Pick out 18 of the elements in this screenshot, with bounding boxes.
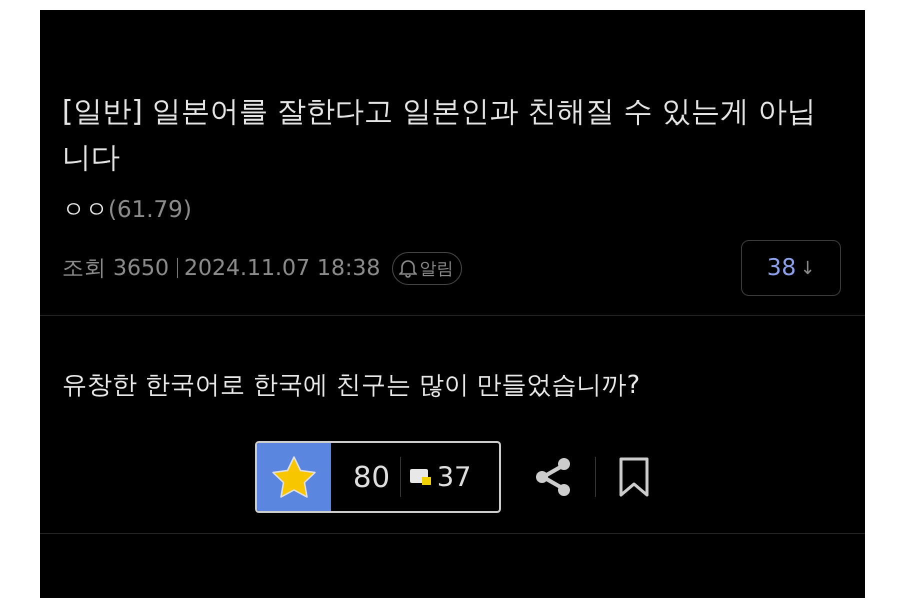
comment-count: 37: [436, 462, 472, 492]
alert-button[interactable]: 알림: [392, 252, 462, 284]
bookmark-icon: [618, 457, 650, 497]
bookmark-button[interactable]: [618, 457, 650, 497]
comment-image-icon: [408, 467, 433, 487]
bell-icon: [399, 258, 418, 278]
post-date: 2024.11.07 18:38: [184, 256, 380, 280]
share-icon: [533, 456, 573, 498]
comment-jump-button[interactable]: 38 ↓: [741, 240, 841, 296]
author-name: ㅇㅇ: [62, 196, 108, 225]
recommend-button[interactable]: [257, 443, 331, 511]
views-count: 조회 3650: [62, 255, 169, 283]
recommend-count: 80: [353, 460, 390, 494]
post-body: 유창한 한국어로 한국에 친구는 많이 만들었습니까?: [61, 369, 642, 401]
star-icon: [271, 455, 317, 499]
share-button[interactable]: [533, 456, 573, 498]
author-ip: (61.79): [108, 197, 192, 223]
post-title: [일반] 일본어를 잘한다고 일본인과 친해질 수 있는게 아닙니다: [62, 93, 818, 176]
